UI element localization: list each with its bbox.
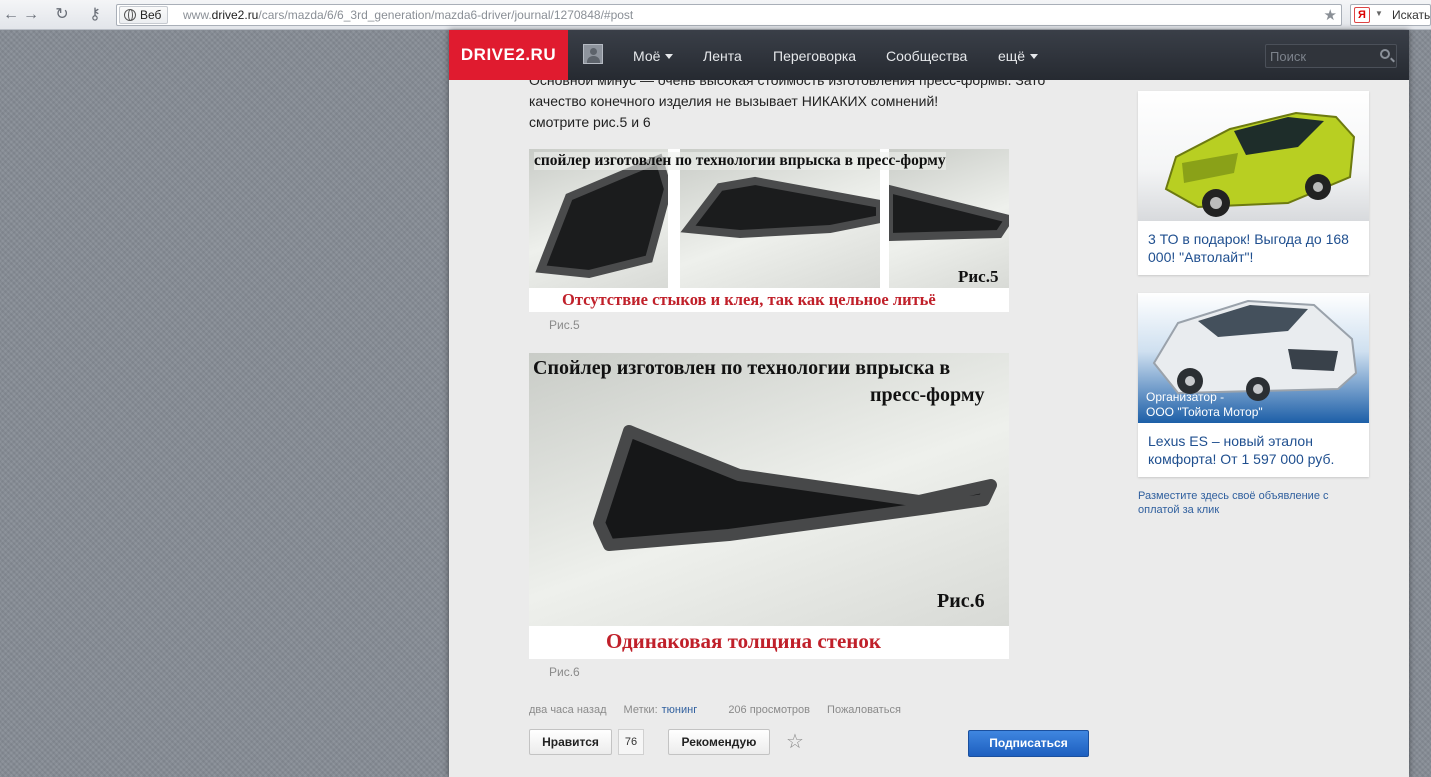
browser-toolbar: ← → ↻ ⚷ Веб www.drive2.ru/cars/mazda/6/6… bbox=[0, 0, 1431, 30]
subscribe-button[interactable]: Подписаться bbox=[968, 730, 1089, 757]
yandex-search-label: Искать bbox=[1392, 8, 1431, 22]
web-chip-label: Веб bbox=[140, 8, 162, 22]
url-path: /cars/mazda/6/6_3rd_generation/mazda6-dr… bbox=[258, 8, 634, 22]
views-count: 206 просмотров bbox=[728, 704, 810, 716]
figure-title: спойлер изготовлен по технологии впрыска… bbox=[534, 152, 946, 170]
tags-label: Метки: bbox=[623, 704, 658, 716]
site-logo[interactable]: DRIVE2.RU bbox=[449, 30, 568, 80]
figure-subcaption: Рис.5 bbox=[549, 318, 580, 332]
reload-icon[interactable]: ↻ bbox=[51, 4, 73, 26]
ad-text[interactable]: 3 ТО в подарок! Выгода до 168 000! "Авто… bbox=[1148, 230, 1363, 266]
yandex-search-box[interactable]: Я ▼ Искать bbox=[1350, 4, 1431, 26]
nav-item-label: Моё bbox=[633, 48, 661, 64]
search-box bbox=[1265, 44, 1397, 68]
ad-organizer-line: ООО "Тойота Мотор" bbox=[1146, 405, 1263, 419]
page-column: DRIVE2.RU Моё Лента Переговорка Сообщест… bbox=[449, 30, 1409, 777]
nav-item-more[interactable]: ещё bbox=[998, 30, 1039, 80]
like-button[interactable]: Нравится bbox=[529, 729, 612, 755]
caret-down-icon bbox=[1030, 54, 1039, 59]
report-link[interactable]: Пожаловаться bbox=[827, 704, 901, 716]
key-icon[interactable]: ⚷ bbox=[84, 4, 106, 26]
ad-card[interactable]: 3 ТО в подарок! Выгода до 168 000! "Авто… bbox=[1138, 91, 1369, 275]
ad-text[interactable]: Lexus ES – новый эталон комфорта! От 1 5… bbox=[1148, 432, 1363, 468]
post-meta: два часа назад Метки: тюнинг 206 просмотр… bbox=[529, 704, 915, 716]
article-line: качество конечного изделия не вызывает Н… bbox=[529, 93, 939, 109]
url-text[interactable]: www.drive2.ru/cars/mazda/6/6_3rd_generat… bbox=[183, 8, 633, 22]
nav-item-moe[interactable]: Моё bbox=[633, 30, 674, 80]
chevron-down-icon[interactable]: ▼ bbox=[1375, 9, 1383, 18]
nav-item-peregovorka[interactable]: Переговорка bbox=[773, 30, 856, 80]
ad-organizer-line: Организатор - bbox=[1146, 390, 1225, 404]
figure-title-line: пресс-форму bbox=[870, 384, 985, 406]
nav-item-label: ещё bbox=[998, 48, 1026, 64]
like-count: 76 bbox=[618, 729, 644, 755]
figure-label: Рис.6 bbox=[937, 590, 985, 612]
ad-organizer: Организатор - ООО "Тойота Мотор" bbox=[1146, 390, 1263, 420]
web-chip[interactable]: Веб bbox=[119, 6, 169, 24]
address-bar[interactable]: Веб www.drive2.ru/cars/mazda/6/6_3rd_gen… bbox=[116, 4, 1342, 26]
ad-image[interactable] bbox=[1138, 91, 1369, 221]
search-icon[interactable] bbox=[1380, 49, 1390, 59]
top-navigation: DRIVE2.RU Моё Лента Переговорка Сообщест… bbox=[449, 30, 1409, 80]
nav-item-lenta[interactable]: Лента bbox=[703, 30, 742, 80]
globe-icon bbox=[124, 9, 136, 21]
forward-arrow-icon[interactable]: → bbox=[20, 4, 42, 26]
url-prefix: www. bbox=[183, 8, 212, 22]
figure-title-line: Спойлер изготовлен по технологии впрыска… bbox=[533, 357, 951, 379]
figure-label: Рис.5 bbox=[958, 267, 999, 286]
favorite-star-icon[interactable]: ☆ bbox=[786, 731, 804, 753]
figure-caption: Отсутствие стыков и клея, так как цельно… bbox=[562, 290, 936, 309]
article-line: смотрите рис.5 и 6 bbox=[529, 114, 651, 130]
ad-card[interactable]: Организатор - ООО "Тойота Мотор" Lexus ES… bbox=[1138, 293, 1369, 477]
recommend-button[interactable]: Рекомендую bbox=[668, 729, 770, 755]
tags-label-wrap: Метки: тюнинг bbox=[624, 704, 712, 716]
figure-5-image[interactable]: спойлер изготовлен по технологии впрыска… bbox=[529, 149, 1009, 312]
yandex-logo-icon: Я bbox=[1354, 7, 1370, 23]
figure-subcaption: Рис.6 bbox=[549, 665, 580, 679]
url-domain: drive2.ru bbox=[211, 8, 259, 22]
nav-item-soobshchestva[interactable]: Сообщества bbox=[886, 30, 967, 80]
place-ad-link[interactable]: Разместите здесь своё объявление с оплат… bbox=[1138, 489, 1369, 517]
search-input[interactable] bbox=[1266, 45, 1376, 67]
back-arrow-icon[interactable]: ← bbox=[0, 4, 22, 26]
avatar-icon[interactable] bbox=[583, 44, 603, 64]
post-time: два часа назад bbox=[529, 704, 607, 716]
ad-image[interactable]: Организатор - ООО "Тойота Мотор" bbox=[1138, 293, 1369, 423]
figure-caption: Одинаковая толщина стенок bbox=[606, 629, 882, 653]
tag-link[interactable]: тюнинг bbox=[662, 704, 698, 716]
bookmark-star-icon[interactable]: ★ bbox=[1324, 6, 1337, 24]
figure-6-image[interactable]: Спойлер изготовлен по технологии впрыска… bbox=[529, 353, 1009, 659]
caret-down-icon bbox=[665, 54, 674, 59]
car-icon bbox=[1164, 111, 1356, 217]
